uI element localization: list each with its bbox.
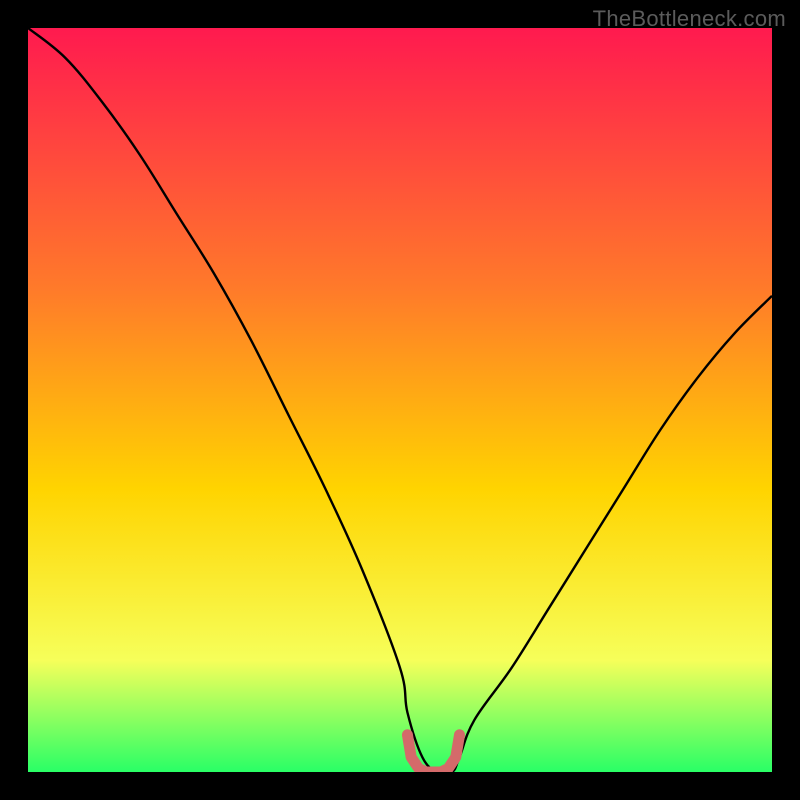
gradient-background: [28, 28, 772, 772]
chart-frame: TheBottleneck.com: [0, 0, 800, 800]
plot-area: [28, 28, 772, 772]
bottleneck-chart-svg: [28, 28, 772, 772]
